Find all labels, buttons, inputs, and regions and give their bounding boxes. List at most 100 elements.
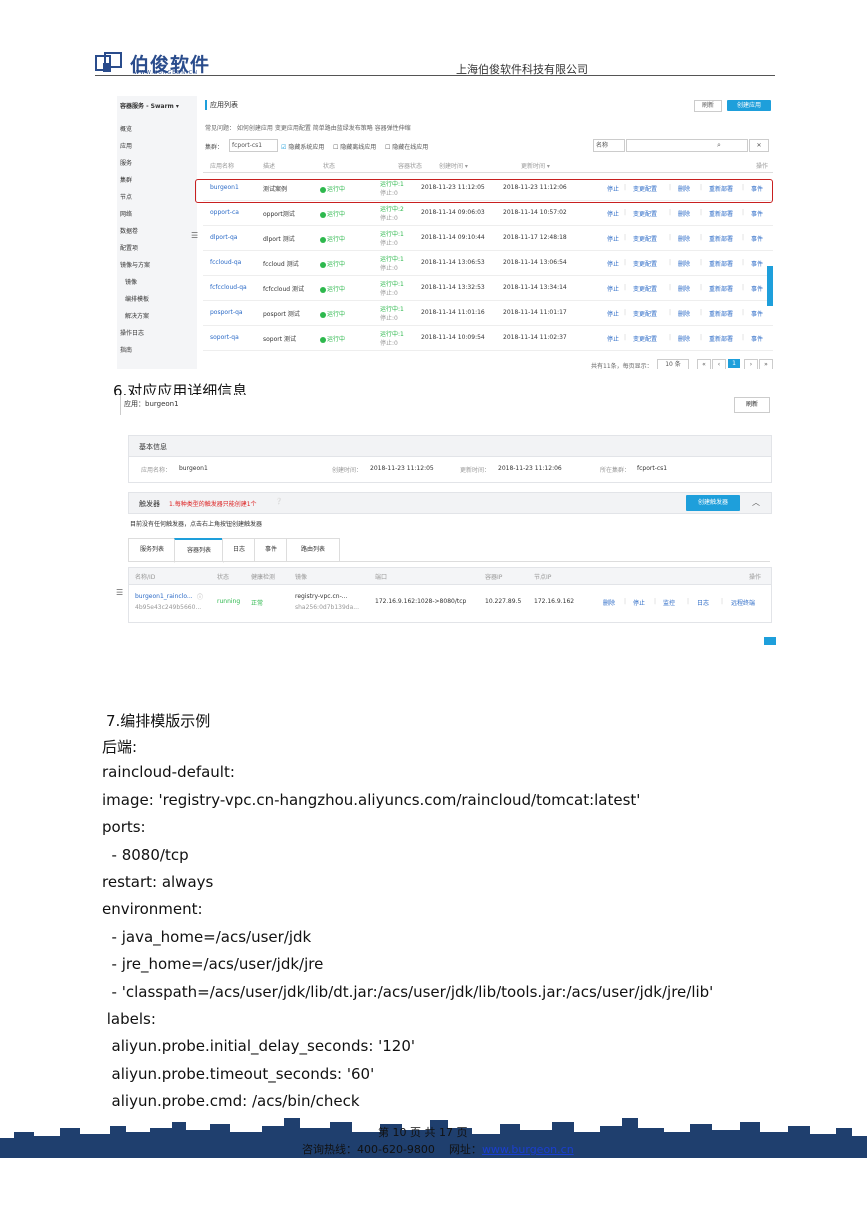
- delete-link[interactable]: 删除: [678, 284, 690, 293]
- side-float-tab[interactable]: [764, 637, 776, 645]
- created-label: 创建时间：: [332, 467, 363, 474]
- stop-link[interactable]: 停止: [633, 598, 645, 607]
- tab-services[interactable]: 服务列表: [128, 538, 176, 562]
- create-trigger-button[interactable]: 创建触发器: [686, 495, 740, 511]
- redeploy-link[interactable]: 重新部署: [709, 334, 733, 343]
- sidebar-item[interactable]: 服务: [120, 158, 132, 167]
- logs-link[interactable]: 日志: [697, 598, 709, 607]
- events-link[interactable]: 事件: [751, 209, 763, 218]
- stop-link[interactable]: 停止: [607, 259, 619, 268]
- sidebar-item[interactable]: 应用: [120, 141, 132, 150]
- table-row: posport-qa posport 测试 2018-11-14 11:01:16 2…: [203, 301, 773, 326]
- events-link[interactable]: 事件: [751, 234, 763, 243]
- quick-links[interactable]: 常见问题： 如何创建应用 变更应用配置 简单路由蓝绿发布策略 容器弹性伸缩: [205, 123, 411, 132]
- app-name-link[interactable]: dlport-qa: [210, 234, 237, 241]
- delete-link[interactable]: 删除: [603, 598, 615, 607]
- pager-last[interactable]: »: [759, 359, 773, 369]
- column-header: 容器IP: [485, 574, 503, 581]
- sidebar-item[interactable]: 编排模板: [125, 294, 149, 303]
- app-name-link[interactable]: fcfccloud-qa: [210, 284, 247, 291]
- sidebar-item[interactable]: 解决方案: [125, 311, 149, 320]
- column-header[interactable]: 创建时间 ▾: [439, 161, 468, 170]
- trigger-title: 触发器: [139, 500, 160, 508]
- sidebar-item[interactable]: 数据卷: [120, 226, 138, 235]
- redeploy-link[interactable]: 重新部署: [709, 309, 733, 318]
- page-size-select[interactable]: 10 条: [657, 359, 689, 369]
- redeploy-link[interactable]: 重新部署: [709, 284, 733, 293]
- events-link[interactable]: 事件: [751, 284, 763, 293]
- cluster-select[interactable]: fcport-cs1: [229, 139, 278, 152]
- stop-link[interactable]: 停止: [607, 309, 619, 318]
- terminal-link[interactable]: 远程终端: [731, 598, 755, 607]
- redeploy-link[interactable]: 重新部署: [709, 234, 733, 243]
- change-config-link[interactable]: 变更配置: [633, 234, 657, 243]
- column-header: 描述: [263, 163, 276, 170]
- hide-online-checkbox[interactable]: ☐ 隐藏在线应用: [385, 142, 428, 151]
- stop-link[interactable]: 停止: [607, 234, 619, 243]
- sidebar-item[interactable]: 配置项: [120, 243, 138, 252]
- column-header[interactable]: 更新时间 ▾: [521, 161, 550, 170]
- search-type-select[interactable]: 名称: [593, 139, 625, 152]
- change-config-link[interactable]: 变更配置: [633, 284, 657, 293]
- separator: |: [700, 334, 703, 341]
- change-config-link[interactable]: 变更配置: [633, 334, 657, 343]
- sidebar-item[interactable]: 指南: [120, 345, 132, 354]
- image-digest: sha256:0d7b139da...: [295, 604, 359, 611]
- pager-prev[interactable]: ‹: [712, 359, 726, 369]
- delete-link[interactable]: 删除: [678, 234, 690, 243]
- search-input[interactable]: [626, 139, 748, 152]
- app-name-link[interactable]: fccloud-qa: [210, 259, 241, 266]
- events-link[interactable]: 事件: [751, 259, 763, 268]
- sidebar-item[interactable]: 网络: [120, 209, 132, 218]
- change-config-link[interactable]: 变更配置: [633, 309, 657, 318]
- refresh-button[interactable]: 刷新: [734, 397, 770, 413]
- app-name-link[interactable]: opport-ca: [210, 209, 239, 216]
- tab-events[interactable]: 事件: [254, 538, 288, 562]
- sidebar-item[interactable]: 概览: [120, 124, 132, 133]
- tab-containers[interactable]: 容器列表: [174, 538, 224, 563]
- monitor-link[interactable]: 监控: [663, 598, 675, 607]
- search-icon[interactable]: ⌕: [717, 141, 721, 150]
- pager-first[interactable]: «: [697, 359, 711, 369]
- sidebar-item[interactable]: 节点: [120, 192, 132, 201]
- tab-routes[interactable]: 路由列表: [286, 538, 340, 562]
- redeploy-link[interactable]: 重新部署: [709, 209, 733, 218]
- sidebar-item[interactable]: 镜像与方案: [120, 260, 150, 269]
- stop-link[interactable]: 停止: [607, 209, 619, 218]
- sidebar-item[interactable]: 镜像: [125, 277, 137, 286]
- side-float-tab[interactable]: [767, 266, 773, 306]
- hide-system-checkbox[interactable]: ☑ 隐藏系统应用: [281, 142, 324, 151]
- delete-link[interactable]: 删除: [678, 334, 690, 343]
- collapse-icon[interactable]: ︿: [752, 497, 760, 508]
- sidebar-item[interactable]: 集群: [120, 175, 132, 184]
- delete-link[interactable]: 删除: [678, 209, 690, 218]
- column-header: 容器状态: [398, 163, 423, 170]
- delete-link[interactable]: 删除: [678, 309, 690, 318]
- app-name-link[interactable]: posport-qa: [210, 309, 243, 316]
- pager-next[interactable]: ›: [744, 359, 758, 369]
- events-link[interactable]: 事件: [751, 334, 763, 343]
- change-config-link[interactable]: 变更配置: [633, 259, 657, 268]
- stop-link[interactable]: 停止: [607, 334, 619, 343]
- collapse-icon[interactable]: ☰: [191, 231, 198, 240]
- sidebar-title[interactable]: 容器服务 - Swarm ▾: [120, 101, 179, 110]
- delete-link[interactable]: 删除: [678, 259, 690, 268]
- hide-offline-checkbox[interactable]: ☐ 隐藏离线应用: [333, 142, 376, 151]
- redeploy-link[interactable]: 重新部署: [709, 259, 733, 268]
- site-link[interactable]: www.burgeon.cn: [482, 1143, 574, 1156]
- status-badge: 运行中: [320, 309, 345, 318]
- container-name[interactable]: burgeon1_rainclo...: [135, 593, 193, 600]
- app-name-link[interactable]: soport-qa: [210, 334, 239, 341]
- sidebar-item[interactable]: 操作日志: [120, 328, 144, 337]
- events-link[interactable]: 事件: [751, 309, 763, 318]
- collapse-icon[interactable]: ☰: [116, 588, 123, 597]
- tab-logs[interactable]: 日志: [222, 538, 256, 562]
- clear-icon[interactable]: ✕: [749, 139, 769, 152]
- refresh-button[interactable]: 刷新: [694, 100, 722, 112]
- stop-link[interactable]: 停止: [607, 284, 619, 293]
- info-icon[interactable]: ⓘ: [197, 592, 203, 601]
- help-icon[interactable]: ❔: [275, 498, 282, 505]
- create-app-button[interactable]: 创建应用: [727, 100, 771, 111]
- change-config-link[interactable]: 变更配置: [633, 209, 657, 218]
- pager-current[interactable]: 1: [728, 359, 740, 368]
